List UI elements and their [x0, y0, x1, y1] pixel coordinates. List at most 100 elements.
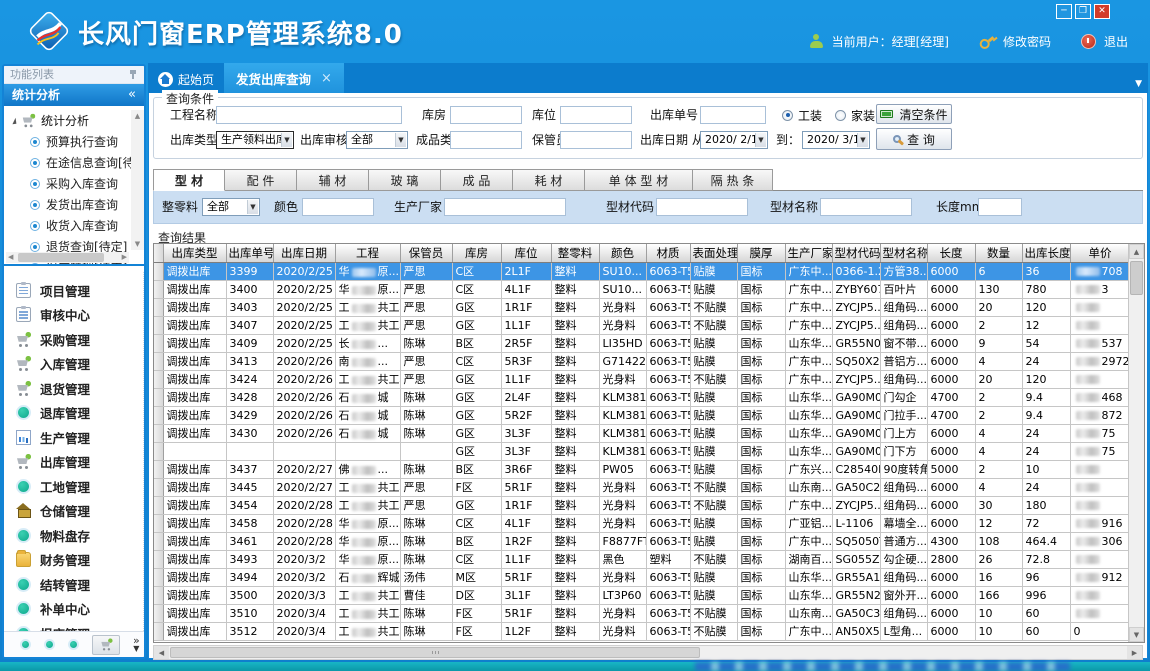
logout-link[interactable]: 退出: [1104, 33, 1128, 50]
type-tab[interactable]: 单 体 型 材: [585, 169, 693, 191]
sidebar-menu-item[interactable]: 仓储管理: [4, 499, 143, 524]
sidebar-menu-item[interactable]: 退货管理: [4, 376, 143, 401]
column-header[interactable]: 整零料: [551, 244, 599, 262]
table-row[interactable]: 调拨出库34002020/2/25华原...严思C区4L1F整料SU10...6…: [154, 280, 1145, 298]
table-row[interactable]: 调拨出库34282020/2/26石城陈琳G区2L4F整料KLM38176063…: [154, 388, 1145, 406]
table-row[interactable]: G区3L3F整料KLM38176063-T5贴膜国标山东华...GA90M09.…: [154, 442, 1145, 460]
project-name-input[interactable]: [216, 106, 402, 124]
column-header[interactable]: 表面处理: [690, 244, 737, 262]
scroll-left-icon[interactable]: ◀: [154, 646, 169, 659]
type-tab[interactable]: 辅 材: [297, 169, 369, 191]
dot-icon[interactable]: [68, 639, 79, 650]
type-tab[interactable]: 配 件: [225, 169, 297, 191]
scroll-left-icon[interactable]: ◀: [8, 252, 13, 263]
tree-item[interactable]: 采购入库查询: [4, 173, 144, 194]
table-row[interactable]: 调拨出库35102020/3/4工共工程陈琳F区5R1F整料光身料6063-T5…: [154, 604, 1145, 622]
dot-icon[interactable]: [20, 639, 31, 650]
table-row[interactable]: 调拨出库33992020/2/25华原...严思C区2L1F整料SU10...6…: [154, 262, 1145, 280]
tab-close-icon[interactable]: ×: [321, 71, 332, 86]
column-header[interactable]: 工程: [335, 244, 400, 262]
column-header[interactable]: 库位: [501, 244, 551, 262]
type-tab[interactable]: 玻 璃: [369, 169, 441, 191]
table-row[interactable]: 调拨出库34302020/2/26石城陈琳G区3L3F整料KLM38176063…: [154, 424, 1145, 442]
scroll-down-icon[interactable]: ▼: [1129, 627, 1144, 642]
type-tab[interactable]: 耗 材: [513, 169, 585, 191]
tree-item[interactable]: 在途信息查询[待: [4, 152, 144, 173]
table-row[interactable]: 调拨出库35122020/3/4工共工程陈琳F区1L2F整料光身料6063-T5…: [154, 622, 1145, 640]
sidebar-menu-item[interactable]: 项目管理: [4, 278, 143, 303]
horizontal-scrollbar[interactable]: ◀ ▶: [153, 645, 1143, 660]
tree-item[interactable]: 收货入库查询: [4, 215, 144, 236]
column-header[interactable]: 出库类型: [163, 244, 226, 262]
table-row[interactable]: 调拨出库35002020/3/3工共工程曹佳D区3L1F整料LT3P606063…: [154, 586, 1145, 604]
cart-shortcut-button[interactable]: [92, 635, 120, 655]
tree-root-node[interactable]: 统计分析: [4, 110, 144, 131]
table-row[interactable]: 调拨出库34072020/2/25工共工程严思G区1L1F整料光身料6063-T…: [154, 316, 1145, 334]
table-row[interactable]: 调拨出库34132020/2/26南...严思C区5R3F整料G71422606…: [154, 352, 1145, 370]
sidebar-menu-item[interactable]: 生产管理: [4, 425, 143, 450]
table-row[interactable]: 调拨出库34932020/3/2华原...陈琳C区1L1F整料黑色塑料不贴膜国标…: [154, 550, 1145, 568]
table-row[interactable]: 调拨出库34582020/2/28华原...陈琳C区4L1F整料光身料6063-…: [154, 514, 1145, 532]
column-header[interactable]: 出库单号: [226, 244, 273, 262]
column-header[interactable]: 颜色: [599, 244, 646, 262]
search-button[interactable]: 查 询: [876, 128, 952, 150]
length-input[interactable]: [978, 198, 1022, 216]
warehouse-input[interactable]: [450, 106, 522, 124]
column-header[interactable]: 型材名称: [880, 244, 927, 262]
clear-conditions-button[interactable]: 清空条件: [876, 104, 952, 124]
dropdown-arrow-icon[interactable]: ▼: [755, 133, 766, 147]
tab-home[interactable]: 起始页: [148, 65, 224, 93]
table-row[interactable]: 调拨出库34372020/2/27佛...陈琳B区3R6F整料PW056063-…: [154, 460, 1145, 478]
table-row[interactable]: 调拨出库34942020/3/2石辉城汤伟M区5R1F整料光身料6063-T5贴…: [154, 568, 1145, 586]
tree-item[interactable]: 预算执行查询: [4, 131, 144, 152]
product-type-input[interactable]: [450, 131, 522, 149]
keeper-input[interactable]: [560, 131, 632, 149]
scrollbar-thumb[interactable]: [18, 253, 104, 262]
scroll-right-icon[interactable]: ▶: [1127, 646, 1142, 659]
sidebar-menu-item[interactable]: 采购管理: [4, 327, 143, 352]
dropdown-arrow-icon[interactable]: ▼: [395, 133, 406, 147]
vertical-scrollbar[interactable]: ▲ ▼: [1128, 244, 1144, 642]
tab-overflow-icon[interactable]: ▼: [1135, 79, 1142, 89]
column-header[interactable]: 膜厚: [737, 244, 785, 262]
out-type-select[interactable]: 生产领料出库▼: [216, 131, 294, 149]
column-header[interactable]: 长度: [927, 244, 975, 262]
radio-jiazhuang[interactable]: [835, 110, 846, 121]
part-select[interactable]: 全部▼: [202, 198, 260, 216]
maximize-button[interactable]: ❐: [1075, 4, 1091, 19]
tree-vertical-scrollbar[interactable]: ▲ ▼: [131, 110, 144, 250]
collapse-icon[interactable]: «: [128, 84, 136, 106]
scrollbar-thumb[interactable]: [170, 647, 700, 658]
date-to-picker[interactable]: 2020/ 3/16▼: [802, 131, 870, 149]
sidebar-menu-item[interactable]: 物料盘存: [4, 523, 143, 548]
column-header[interactable]: 出库日期: [273, 244, 335, 262]
pin-icon[interactable]: [129, 70, 137, 80]
column-header[interactable]: 单价: [1070, 244, 1130, 262]
color-input[interactable]: [302, 198, 374, 216]
minimize-button[interactable]: ─: [1056, 4, 1072, 19]
sidebar-menu-item[interactable]: 财务管理: [4, 548, 143, 573]
dot-icon[interactable]: [44, 639, 55, 650]
date-from-picker[interactable]: 2020/ 2/16▼: [700, 131, 768, 149]
sidebar-menu-item[interactable]: 出库管理: [4, 450, 143, 475]
more-button[interactable]: »▼: [133, 637, 140, 653]
location-input[interactable]: [560, 106, 632, 124]
tab-shipment-query[interactable]: 发货出库查询 ×: [224, 63, 344, 93]
column-header[interactable]: 保管员: [400, 244, 452, 262]
column-header[interactable]: 材质: [646, 244, 690, 262]
sidebar-menu-item[interactable]: 工地管理: [4, 474, 143, 499]
tree-expander-icon[interactable]: [12, 117, 17, 123]
sidebar-menu-item[interactable]: 结转管理: [4, 572, 143, 597]
sidebar-menu-item[interactable]: 退库管理: [4, 401, 143, 426]
order-no-input[interactable]: [700, 106, 766, 124]
dropdown-arrow-icon[interactable]: ▼: [247, 200, 258, 214]
table-row[interactable]: 调拨出库34452020/2/27工共工程严思F区5R1F整料光身料6063-T…: [154, 478, 1145, 496]
change-password-link[interactable]: 修改密码: [1003, 33, 1051, 50]
table-row[interactable]: 调拨出库34292020/2/26石城陈琳G区5R2F整料KLM38176063…: [154, 406, 1145, 424]
table-row[interactable]: 调拨出库34032020/2/25工共工程严思G区1R1F整料光身料6063-T…: [154, 298, 1145, 316]
sidebar-menu-item[interactable]: 入库管理: [4, 352, 143, 377]
table-row[interactable]: 调拨出库34542020/2/28工共工程严思G区1R1F整料光身料6063-T…: [154, 496, 1145, 514]
column-header[interactable]: 数量: [975, 244, 1022, 262]
table-row[interactable]: 调拨出库34092020/2/25长...陈琳B区2R5F整料LI35HD606…: [154, 334, 1145, 352]
scrollbar-thumb[interactable]: [1130, 261, 1143, 295]
